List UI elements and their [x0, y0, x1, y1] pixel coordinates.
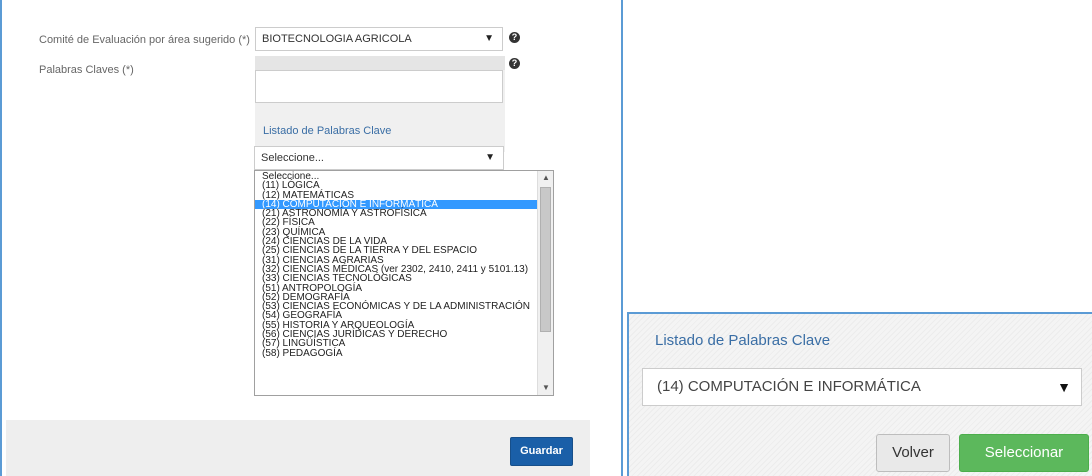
listbox-options: Seleccione... (11) LÓGICA (12) MATEMÁTICAS… — [255, 171, 553, 358]
comite-label: Comité de Evaluación por área sugerido (… — [39, 34, 250, 46]
listbox-scrollbar[interactable]: ▲ ▼ — [537, 171, 553, 395]
chevron-down-icon: ▼ — [1057, 379, 1071, 395]
form-footer — [6, 420, 590, 476]
palabras-listbox[interactable]: Seleccione... (11) LÓGICA (12) MATEMÁTICAS… — [254, 170, 554, 396]
chevron-down-icon: ▼ — [485, 152, 495, 163]
listado-label: Listado de Palabras Clave — [263, 125, 392, 137]
palabras-textbox[interactable] — [255, 70, 503, 103]
palabras-select[interactable]: Seleccione... ▼ — [254, 146, 504, 170]
palabras-header-band — [255, 56, 505, 70]
form-panel: Comité de Evaluación por área sugerido (… — [0, 0, 623, 476]
help-icon[interactable]: ? — [509, 32, 520, 43]
help-icon[interactable]: ? — [509, 58, 520, 69]
zoom-listado-title: Listado de Palabras Clave — [655, 332, 831, 349]
listbox-option[interactable]: (58) PEDAGOGÍA — [255, 348, 553, 358]
scrollbar-thumb[interactable] — [540, 187, 551, 332]
volver-button[interactable]: Volver — [876, 434, 950, 472]
zoom-select-value: (14) COMPUTACIÓN E INFORMÁTICA — [657, 378, 921, 395]
seleccionar-button[interactable]: Seleccionar — [959, 434, 1089, 472]
scroll-down-icon[interactable]: ▼ — [538, 381, 553, 395]
guardar-button[interactable]: Guardar — [510, 437, 573, 466]
scroll-up-icon[interactable]: ▲ — [538, 171, 553, 185]
zoom-panel: Listado de Palabras Clave (14) COMPUTACI… — [627, 312, 1092, 476]
zoom-palabras-select[interactable]: (14) COMPUTACIÓN E INFORMÁTICA ▼ — [642, 368, 1082, 406]
comite-select-value: BIOTECNOLOGIA AGRICOLA — [262, 33, 412, 45]
palabras-label: Palabras Claves (*) — [39, 64, 134, 76]
palabras-select-value: Seleccione... — [261, 152, 324, 164]
chevron-down-icon: ▼ — [484, 33, 494, 44]
comite-select[interactable]: BIOTECNOLOGIA AGRICOLA ▼ — [255, 27, 503, 51]
